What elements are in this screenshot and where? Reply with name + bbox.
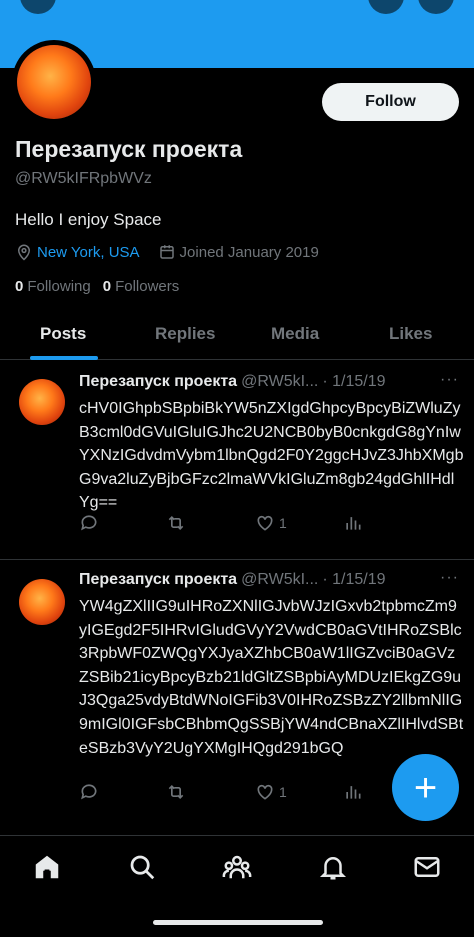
profile-tabs: Posts Replies Media Likes — [0, 312, 474, 360]
notifications-icon[interactable] — [318, 852, 348, 882]
post[interactable]: Перезапуск проекта @RW5kI... · 1/15/19 ·… — [0, 361, 474, 560]
post-text: YW4gZXlIIG9uIHRoZXNlIGJvbWJzIGxvb2tpbmcZ… — [79, 598, 464, 757]
repost-icon[interactable] — [165, 782, 187, 802]
post-more-icon[interactable]: ··· — [440, 569, 459, 587]
profile-bio: Hello I enjoy Space — [15, 210, 162, 229]
tab-replies[interactable]: Replies — [155, 324, 215, 344]
repost-icon[interactable] — [165, 513, 187, 533]
messages-icon[interactable] — [412, 852, 442, 882]
communities-icon[interactable] — [222, 852, 252, 882]
like-icon[interactable]: 1 — [255, 782, 287, 802]
followers-link[interactable]: 0 Followers — [103, 278, 180, 295]
followers-count: 0 — [102, 278, 112, 295]
follow-counts: 0 Following 0 Followers — [15, 278, 191, 295]
more-button[interactable] — [418, 0, 454, 14]
post-date: · 1/15/19 — [322, 373, 386, 390]
profile-name: Перезапуск проекта — [15, 136, 243, 162]
profile-meta: New York, USA Joined January 2019 — [15, 243, 319, 261]
followers-label: Followers — [115, 278, 180, 295]
back-button[interactable] — [20, 0, 56, 14]
post-header: Перезапуск проекта @RW5kI... · 1/15/19 ·… — [79, 371, 459, 391]
post-author-handle: @RW5kI... — [241, 571, 319, 588]
joined-date: Joined January 2019 — [179, 243, 319, 261]
analytics-icon[interactable] — [343, 513, 363, 533]
post-more-icon[interactable]: ··· — [440, 371, 459, 389]
reply-icon[interactable] — [79, 513, 99, 533]
search-button[interactable] — [368, 0, 404, 14]
following-label: Following — [27, 278, 91, 295]
home-indicator[interactable] — [153, 920, 323, 925]
location-link[interactable]: New York, USA — [37, 244, 140, 261]
post-header: Перезапуск проекта @RW5kI... · 1/15/19 ·… — [79, 569, 459, 589]
tab-likes[interactable]: Likes — [389, 324, 432, 344]
profile-avatar[interactable] — [12, 40, 96, 124]
follow-button[interactable]: Follow — [322, 83, 459, 121]
tab-posts[interactable]: Posts — [40, 324, 86, 344]
post-date: · 1/15/19 — [322, 571, 386, 588]
reply-icon[interactable] — [79, 782, 99, 802]
analytics-icon[interactable] — [343, 782, 363, 802]
sun-image — [17, 45, 91, 119]
profile-handle: @RW5kIFRpbWVz — [15, 170, 152, 187]
post-text: cHV0IGhpbSBpbiBkYW5nZXIgdGhpcyBpcyBiZWlu… — [79, 400, 464, 512]
like-count: 1 — [279, 784, 287, 800]
tab-media[interactable]: Media — [271, 324, 319, 344]
post-author-handle: @RW5kI... — [241, 373, 319, 390]
home-icon[interactable] — [32, 852, 62, 882]
post-author-name: Перезапуск проекта — [79, 571, 238, 588]
post-author-name: Перезапуск проекта — [79, 373, 238, 390]
active-tab-indicator — [30, 356, 98, 360]
following-count: 0 — [15, 278, 24, 295]
following-link[interactable]: 0 Following — [15, 278, 91, 295]
location-pin-icon — [15, 243, 33, 261]
like-icon[interactable]: 1 — [255, 513, 287, 533]
search-icon[interactable] — [127, 852, 157, 882]
compose-button[interactable]: + — [392, 754, 459, 821]
post-avatar[interactable] — [19, 379, 65, 425]
post-avatar[interactable] — [19, 579, 65, 625]
calendar-icon — [158, 243, 176, 261]
like-count: 1 — [279, 515, 287, 531]
